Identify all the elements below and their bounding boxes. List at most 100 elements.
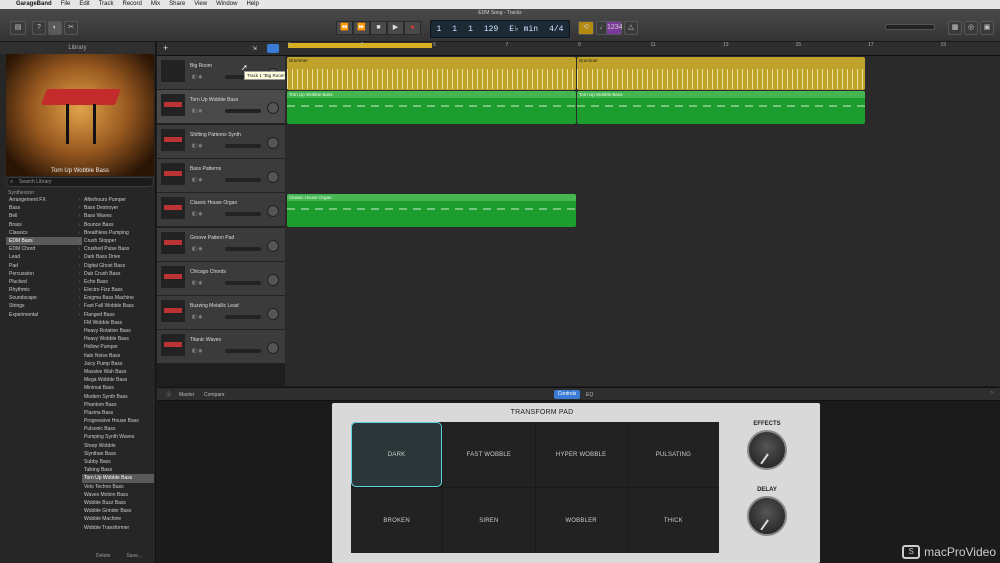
track-pan-knob[interactable] xyxy=(267,102,279,115)
wobble-region-2[interactable]: Torn Up Wobble Bass xyxy=(577,91,865,124)
patch-item[interactable]: Breathless Pumping xyxy=(82,229,154,237)
save-button[interactable]: Save... xyxy=(126,553,142,559)
track-pan-knob[interactable] xyxy=(267,136,279,149)
category-item[interactable]: Bell › xyxy=(6,212,82,220)
media-browser-icon[interactable]: ▣ xyxy=(980,21,994,35)
track-header[interactable]: Bass Patterns ◧ ◉ xyxy=(157,158,285,193)
mute-solo-icons[interactable]: ◧ ◉ xyxy=(192,314,202,320)
category-item[interactable]: Plucked › xyxy=(6,278,82,286)
patch-item[interactable]: Slynthan Bass xyxy=(82,450,154,458)
delay-knob[interactable] xyxy=(747,496,787,536)
menu-window[interactable]: Window xyxy=(216,0,237,9)
track-volume-slider[interactable] xyxy=(225,212,261,217)
track-volume-slider[interactable] xyxy=(225,143,261,148)
patch-item[interactable]: Heavy Wobble Bass xyxy=(82,335,154,343)
master-button[interactable]: Master xyxy=(179,392,194,398)
menu-view[interactable]: View xyxy=(194,0,207,9)
patch-item[interactable]: Dub Crush Bass xyxy=(82,270,154,278)
category-item[interactable]: Bass › xyxy=(6,204,82,212)
patch-item[interactable]: Wobble Grinder Bass xyxy=(82,507,154,515)
patch-item[interactable]: Italo Noise Bass xyxy=(82,352,154,360)
timeline-ruler[interactable]: 1 3 5 7 9 11 13 15 17 19 xyxy=(285,42,1000,56)
mute-solo-icons[interactable]: ◧ ◉ xyxy=(192,280,202,286)
fast-forward-button[interactable]: ⏩ xyxy=(353,21,370,35)
patch-item[interactable]: Massive Wah Bass xyxy=(82,368,154,376)
pad-broken[interactable]: BROKEN xyxy=(351,488,443,553)
patch-item[interactable]: Digital Ghost Bass xyxy=(82,262,154,270)
patch-item[interactable]: Velo Techno Bass xyxy=(82,483,154,491)
add-track-icon[interactable]: + xyxy=(163,43,168,53)
patch-item[interactable]: Echo Bass xyxy=(82,278,154,286)
patch-item[interactable]: Enigma Bass Machine xyxy=(82,294,154,302)
patch-item[interactable]: Flanged Bass xyxy=(82,311,154,319)
menu-edit[interactable]: Edit xyxy=(79,0,89,9)
patch-item[interactable]: Waves Motion Bass xyxy=(82,491,154,499)
patch-item[interactable]: FM Wobble Bass xyxy=(82,319,154,327)
drummer-region-2[interactable]: Drummer xyxy=(577,57,865,90)
mute-solo-icons[interactable]: ◧ ◉ xyxy=(192,246,202,252)
category-item[interactable]: Rhythmic › xyxy=(6,286,82,294)
menu-mix[interactable]: Mix xyxy=(151,0,160,9)
category-item[interactable]: Arrangement FX › xyxy=(6,196,82,204)
lcd-display[interactable]: 1 1 1 129 E♭ min 4/4 xyxy=(430,20,570,38)
patch-item[interactable]: Wobble Transformer xyxy=(82,524,154,532)
track-header[interactable]: Shifting Patterns Synth ◧ ◉ xyxy=(157,124,285,159)
record-button[interactable]: ● xyxy=(404,21,421,35)
category-item[interactable]: Soundscape › xyxy=(6,294,82,302)
track-header[interactable]: Titanic Waves ◧ ◉ xyxy=(157,330,285,365)
library-search-input[interactable]: ⌕ Search Library xyxy=(6,177,154,187)
menu-track[interactable]: Track xyxy=(99,0,114,9)
patch-item[interactable]: Bass Waves xyxy=(82,212,154,220)
category-item[interactable]: Classics › xyxy=(6,229,82,237)
patch-item[interactable]: Minimal Bass xyxy=(82,384,154,392)
patch-item[interactable]: Crush Stopper xyxy=(82,237,154,245)
pad-siren[interactable]: SIREN xyxy=(443,488,535,553)
play-button[interactable]: ▶ xyxy=(387,21,404,35)
category-item[interactable]: EDM Bass › xyxy=(6,236,82,246)
pad-fast-wobble[interactable]: FAST WOBBLE xyxy=(443,422,535,487)
patch-item[interactable]: Phantom Bass xyxy=(82,401,154,409)
master-volume-slider[interactable] xyxy=(885,24,935,30)
track-header[interactable]: Chicago Chords ◧ ◉ xyxy=(157,261,285,296)
drummer-region-1[interactable]: Drummer xyxy=(287,57,576,90)
eq-tab[interactable]: EQ xyxy=(586,392,593,398)
region-filter-icon[interactable] xyxy=(267,44,279,53)
category-item[interactable]: EDM Chord › xyxy=(6,245,82,253)
track-pan-knob[interactable] xyxy=(267,239,279,252)
track-header[interactable]: Buzzing Metallic Lead ◧ ◉ xyxy=(157,296,285,331)
loop-browser-icon[interactable]: ◎ xyxy=(964,21,978,35)
wobble-region-1[interactable]: Torn Up Wobble Bass xyxy=(287,91,576,124)
pad-thick[interactable]: THICK xyxy=(627,488,719,553)
pad-dark[interactable]: DARK xyxy=(351,422,443,487)
library-toggle-icon[interactable]: ▤ xyxy=(10,21,26,35)
track-header[interactable]: Classic House Organ ◧ ◉ xyxy=(157,193,285,228)
patch-item[interactable]: Fast Fall Wobble Bass xyxy=(82,302,154,310)
catch-playhead-icon[interactable]: ⇲ xyxy=(252,45,257,52)
patch-item[interactable]: Torn Up Wobble Bass xyxy=(82,474,154,483)
mute-solo-icons[interactable]: ◧ ◉ xyxy=(192,211,202,217)
patch-item[interactable]: Talking Bass xyxy=(82,466,154,474)
category-item[interactable]: Percussion › xyxy=(6,270,82,278)
patch-item[interactable]: Hollow Pumper xyxy=(82,343,154,351)
patch-item[interactable]: Electro Fizz Bass xyxy=(82,286,154,294)
mute-solo-icons[interactable]: ◧ ◉ xyxy=(192,177,202,183)
effects-knob[interactable] xyxy=(747,430,787,470)
patch-item[interactable]: Wobble Machine xyxy=(82,515,154,523)
stop-button[interactable]: ■ xyxy=(370,21,387,35)
patch-item[interactable]: Mega Wobble Bass xyxy=(82,376,154,384)
track-volume-slider[interactable] xyxy=(225,315,261,320)
pad-pulsating[interactable]: PULSATING xyxy=(627,422,719,487)
patch-item[interactable]: Heavy Rotation Bass xyxy=(82,327,154,335)
menu-file[interactable]: File xyxy=(61,0,71,9)
mute-solo-icons[interactable]: ◧ ◉ xyxy=(192,74,202,80)
collapse-icon[interactable]: ⌃ xyxy=(990,391,994,397)
cycle-icon[interactable]: ⟲ xyxy=(578,21,594,35)
track-pan-knob[interactable] xyxy=(267,308,279,321)
patch-item[interactable]: Bounce Bass xyxy=(82,221,154,229)
category-item[interactable]: Lead › xyxy=(6,253,82,261)
organ-region[interactable]: Classic House Organ xyxy=(287,194,576,227)
rewind-button[interactable]: ⏪ xyxy=(336,21,353,35)
track-header[interactable]: Groove Pattern Pad ◧ ◉ xyxy=(157,227,285,262)
category-item[interactable]: Brass › xyxy=(6,221,82,229)
help-icon[interactable]: ? xyxy=(32,21,46,35)
